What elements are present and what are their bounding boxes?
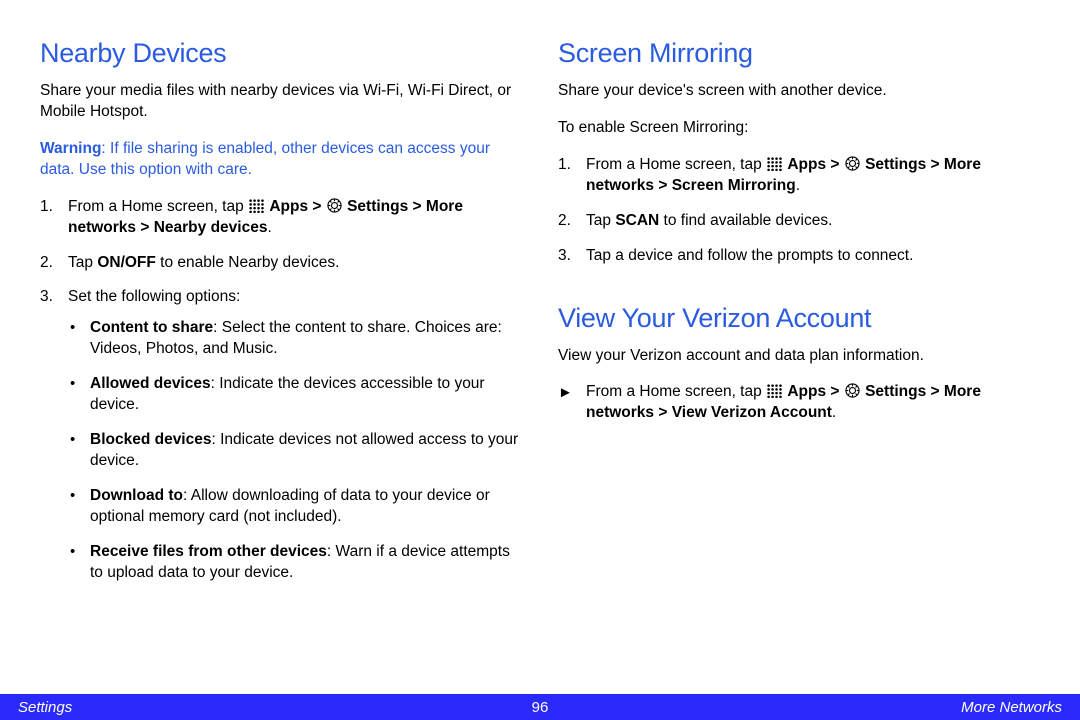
apps-grid-icon (249, 199, 264, 212)
step-period: . (796, 177, 800, 194)
arrow-icon: ► (558, 383, 573, 403)
step-1: From a Home screen, tap Apps > Settings … (40, 197, 522, 239)
apps-label: Apps > (269, 198, 325, 215)
step-2: Tap ON/OFF to enable Nearby devices. (40, 253, 522, 274)
footer-left: Settings (18, 699, 72, 716)
option-label: Content to share (90, 319, 213, 336)
options-list: Content to share: Select the content to … (68, 318, 522, 583)
option-blocked-devices: Blocked devices: Indicate devices not al… (68, 430, 522, 472)
intro-text: Share your device's screen with another … (558, 81, 1040, 102)
option-label: Download to (90, 487, 183, 504)
onoff-label: ON/OFF (97, 254, 156, 271)
steps-nearby: From a Home screen, tap Apps > Settings … (40, 197, 522, 584)
intro-text: Share your media files with nearby devic… (40, 81, 522, 123)
option-label: Allowed devices (90, 375, 211, 392)
page-footer: Settings 96 More Networks (0, 694, 1080, 720)
step-text: From a Home screen, tap (586, 156, 766, 173)
step-text: From a Home screen, tap (68, 198, 248, 215)
apps-label: Apps > (787, 156, 843, 173)
right-column: Screen Mirroring Share your device's scr… (558, 38, 1040, 680)
warning-text: Warning: If file sharing is enabled, oth… (40, 139, 522, 181)
heading-screen-mirroring: Screen Mirroring (558, 38, 1040, 69)
option-download-to: Download to: Allow downloading of data t… (68, 486, 522, 528)
step-text: to enable Nearby devices. (156, 254, 340, 271)
steps-mirroring: From a Home screen, tap Apps > Settings … (558, 155, 1040, 267)
warning-label: Warning (40, 140, 101, 157)
gear-icon (845, 383, 860, 398)
step-text: Tap (586, 212, 615, 229)
heading-nearby-devices: Nearby Devices (40, 38, 522, 69)
step-text: From a Home screen, tap (586, 383, 766, 400)
footer-page-number: 96 (532, 699, 549, 716)
gear-icon (845, 156, 860, 171)
step-1: From a Home screen, tap Apps > Settings … (558, 155, 1040, 197)
intro-text: To enable Screen Mirroring: (558, 118, 1040, 139)
step-3: Set the following options: Content to sh… (40, 287, 522, 583)
section-verizon: View Your Verizon Account View your Veri… (558, 303, 1040, 425)
apps-grid-icon (767, 157, 782, 170)
step-text: Tap (68, 254, 97, 271)
step-period: . (832, 404, 836, 421)
apps-label: Apps > (787, 383, 843, 400)
option-label: Blocked devices (90, 431, 211, 448)
option-content-to-share: Content to share: Select the content to … (68, 318, 522, 360)
page-content: Nearby Devices Share your media files wi… (0, 0, 1080, 680)
left-column: Nearby Devices Share your media files wi… (40, 38, 522, 680)
footer-right: More Networks (961, 699, 1062, 716)
step-2: Tap SCAN to find available devices. (558, 211, 1040, 232)
step-3: Tap a device and follow the prompts to c… (558, 246, 1040, 267)
step-text: to find available devices. (659, 212, 832, 229)
arrow-step: ► From a Home screen, tap Apps > Setting… (558, 382, 1040, 424)
scan-label: SCAN (615, 212, 659, 229)
warning-body: : If file sharing is enabled, other devi… (40, 140, 490, 178)
apps-grid-icon (767, 384, 782, 397)
step-text: Set the following options: (68, 288, 240, 305)
option-receive-files: Receive files from other devices: Warn i… (68, 542, 522, 584)
option-label: Receive files from other devices (90, 543, 327, 560)
heading-verizon-account: View Your Verizon Account (558, 303, 1040, 334)
step-period: . (267, 219, 271, 236)
intro-text: View your Verizon account and data plan … (558, 346, 1040, 367)
gear-icon (327, 198, 342, 213)
option-allowed-devices: Allowed devices: Indicate the devices ac… (68, 374, 522, 416)
